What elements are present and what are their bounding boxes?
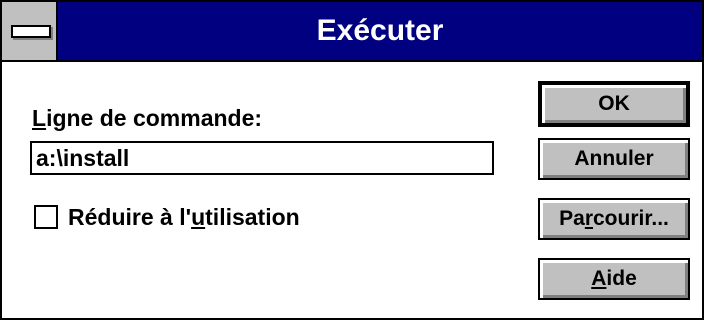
system-menu-bar-icon xyxy=(11,25,51,38)
help-label-part2: ide xyxy=(606,267,637,290)
ok-button[interactable]: OK xyxy=(538,81,690,127)
minimize-label-accel: u xyxy=(191,204,206,230)
command-line-label-accel: L xyxy=(32,105,47,131)
system-menu-icon[interactable] xyxy=(2,2,58,60)
command-line-label: Ligne de commande: xyxy=(32,105,262,131)
command-line-input[interactable]: a:\install xyxy=(30,141,494,175)
command-line-label-text: igne de commande: xyxy=(46,105,263,131)
minimize-on-use-label[interactable]: Réduire à l'utilisation xyxy=(68,204,300,230)
browse-label-accel: r xyxy=(584,207,593,230)
minimize-label-part2: tilisation xyxy=(205,204,300,230)
help-label-accel: A xyxy=(591,267,607,290)
help-button[interactable]: Aide xyxy=(538,258,690,300)
cancel-button[interactable]: Annuler xyxy=(538,138,690,180)
minimize-on-use-checkbox[interactable] xyxy=(34,205,58,229)
browse-label-part2: courir... xyxy=(593,207,669,230)
browse-label-part1: Pa xyxy=(559,207,585,230)
run-dialog: Exécuter Ligne de commande: a:\install R… xyxy=(0,0,704,320)
minimize-label-part1: Réduire à l' xyxy=(68,204,192,230)
dialog-title: Exécuter xyxy=(316,14,444,47)
title-bar[interactable]: Exécuter xyxy=(2,2,702,62)
browse-button[interactable]: Parcourir... xyxy=(538,198,690,240)
